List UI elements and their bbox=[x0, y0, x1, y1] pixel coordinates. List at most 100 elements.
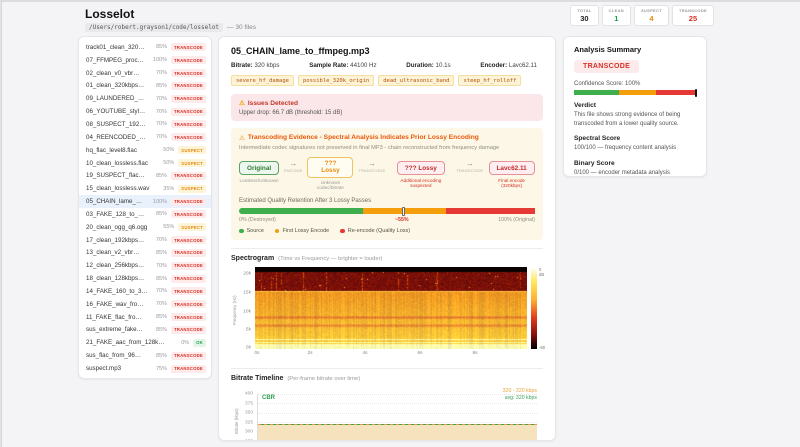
file-row[interactable]: 18_clean_128kbps… 85% TRANSCODE bbox=[79, 272, 211, 285]
retention-legend: Source First Lossy Encode Re-encode (Qua… bbox=[239, 228, 535, 234]
legend-label: Source bbox=[246, 228, 264, 234]
binary-score-heading: Binary Score bbox=[574, 160, 615, 168]
file-row[interactable]: 06_YOUTUBE_styl… 70% TRANSCODE bbox=[79, 105, 211, 118]
spectrogram-section: Spectrogram (Time vs Frequency — brighte… bbox=[231, 248, 545, 360]
file-row[interactable]: 08_SUSPECT_192… 70% TRANSCODE bbox=[79, 118, 211, 131]
file-name: 07_FFMPEG_proc… bbox=[86, 56, 144, 64]
verdict-heading: Verdict bbox=[574, 102, 596, 109]
meta-label: Duration: bbox=[406, 62, 434, 69]
file-row[interactable]: 09_LAUNDERED_… 70% TRANSCODE bbox=[79, 92, 211, 105]
file-name: 20_clean_ogg_q6.ogg bbox=[86, 223, 148, 231]
file-row[interactable]: sus_extreme_fake… 85% TRANSCODE bbox=[79, 324, 211, 337]
issues-detail: Upper drop: 66.7 dB (threshold: 15 dB) bbox=[239, 109, 343, 116]
window-top-edge bbox=[0, 0, 800, 2]
file-row[interactable]: 07_FFMPEG_proc… 100% TRANSCODE bbox=[79, 54, 211, 67]
spectrogram-title: Spectrogram (Time vs Frequency — brighte… bbox=[231, 255, 383, 262]
file-score-percent: 85% bbox=[155, 211, 167, 218]
confidence-score-label: Confidence Score: 100% bbox=[574, 81, 641, 87]
codec-box: ??? Lossy bbox=[396, 161, 445, 175]
y-tick: 350 bbox=[244, 410, 253, 416]
files-count: — 30 files bbox=[227, 24, 256, 31]
file-row[interactable]: 13_clean_v2_vbr… 85% TRANSCODE bbox=[79, 247, 211, 260]
file-score-percent: 0% bbox=[181, 339, 190, 346]
file-row[interactable]: 12_clean_256kbps… 70% TRANSCODE bbox=[79, 259, 211, 272]
file-status-badge: TRANSCODE bbox=[170, 325, 206, 334]
file-status-badge: TRANSCODE bbox=[170, 261, 206, 270]
file-status-badge: TRANSCODE bbox=[170, 56, 206, 65]
bitrate-title: Bitrate Timeline (Per-frame bitrate over… bbox=[231, 375, 361, 382]
file-status-badge: TRANSCODE bbox=[170, 313, 206, 322]
file-score-percent: 85% bbox=[155, 44, 167, 51]
file-meta-row: Bitrate: 320 kbps Sample Rate: 44100 Hz … bbox=[231, 62, 543, 69]
file-score-percent: 75% bbox=[155, 365, 167, 372]
file-row[interactable]: 19_SUSPECT_flac… 85% TRANSCODE bbox=[79, 169, 211, 182]
gridline bbox=[258, 394, 537, 395]
file-status-badge: TRANSCODE bbox=[170, 120, 206, 129]
bitrate-mode-label: CBR bbox=[262, 395, 275, 401]
stat-label: TOTAL bbox=[577, 8, 592, 13]
file-row[interactable]: 20_clean_ogg_q6.ogg 55% SUSPECT bbox=[79, 221, 211, 234]
file-name: suspect.mp3 bbox=[86, 365, 122, 373]
file-name: 18_clean_128kbps… bbox=[86, 275, 145, 283]
gridline bbox=[258, 422, 537, 423]
spectral-score-heading: Spectral Score bbox=[574, 135, 621, 143]
file-row[interactable]: track01_clean_320… 85% TRANSCODE bbox=[79, 41, 211, 54]
file-status-badge: TRANSCODE bbox=[170, 197, 206, 206]
file-row[interactable]: 11_FAKE_flac_fro… 85% TRANSCODE bbox=[79, 311, 211, 324]
file-row[interactable]: hq_flac_level8.flac 50% SUSPECT bbox=[79, 144, 211, 157]
codec-chain: → Original Lossless/Unknown → ENCODE bbox=[239, 156, 535, 190]
file-row[interactable]: 17_clean_192kbps… 70% TRANSCODE bbox=[79, 234, 211, 247]
bitrate-section: Bitrate Timeline (Per-frame bitrate over… bbox=[231, 368, 543, 440]
arrow-label: ENCODE bbox=[284, 167, 303, 173]
arrow-right-icon: → bbox=[465, 158, 474, 168]
transcoding-evidence-box: ⚠ Transcoding Evidence - Spectral Analys… bbox=[231, 127, 543, 240]
file-row[interactable]: 05_CHAIN_lame_… 100% TRANSCODE bbox=[79, 195, 211, 208]
file-name: 04_REENCODED_… bbox=[86, 133, 146, 141]
confidence-segment bbox=[655, 90, 696, 95]
file-row[interactable]: 10_clean_lossless.flac 50% SUSPECT bbox=[79, 157, 211, 170]
file-status-badge: TRANSCODE bbox=[170, 351, 206, 360]
file-row[interactable]: 14_FAKE_160_to_3… 70% TRANSCODE bbox=[79, 285, 211, 298]
y-tick: 10k bbox=[243, 309, 251, 315]
codec-box: Lavc62.11 bbox=[488, 161, 535, 175]
file-status-badge: TRANSCODE bbox=[170, 107, 206, 116]
x-tick: 8s bbox=[472, 351, 478, 356]
bitrate-area-fill bbox=[258, 423, 537, 440]
file-row[interactable]: 02_clean_v0_vbr… 70% TRANSCODE bbox=[79, 67, 211, 80]
file-row[interactable]: 01_clean_320kbps… 85% TRANSCODE bbox=[79, 80, 211, 93]
left-page-edge bbox=[0, 0, 2, 447]
file-name: 10_clean_lossless.flac bbox=[86, 159, 148, 167]
file-score-percent: 70% bbox=[155, 108, 167, 115]
file-row[interactable]: 15_clean_lossless.wav 35% SUSPECT bbox=[79, 182, 211, 195]
stat-box: TOTAL 30 bbox=[570, 5, 599, 26]
file-score-percent: 55% bbox=[163, 224, 175, 231]
file-row[interactable]: sus_flac_from_96… 85% TRANSCODE bbox=[79, 349, 211, 362]
chain-step: → TRANSCODE ??? Lossy Additional encodin… bbox=[353, 157, 451, 188]
file-score-percent: 70% bbox=[155, 70, 167, 77]
verdict-text: This file shows strong evidence of being… bbox=[574, 112, 681, 127]
bitrate-minmax-label: 320 - 320 kbps bbox=[502, 388, 537, 394]
arrow-right-icon: → bbox=[367, 158, 376, 168]
file-name: hq_flac_level8.flac bbox=[86, 146, 137, 154]
bitrate-plot-area: CBR 320 - 320 kbps avg: 320 kbps bbox=[257, 388, 537, 440]
chain-arrow: → ENCODE bbox=[284, 157, 302, 173]
retention-title: Estimated Quality Retention After 3 Loss… bbox=[239, 198, 372, 204]
scan-path: /Users/robert.grayson1/code/losselot bbox=[85, 23, 224, 32]
file-name: 19_SUSPECT_flac… bbox=[86, 172, 145, 180]
y-tick: 300 bbox=[244, 429, 253, 435]
bitrate-chart: Bitrate (kbps) 400375350325300275250 CBR… bbox=[231, 387, 543, 440]
file-name: 11_FAKE_flac_fro… bbox=[86, 313, 142, 321]
gridline bbox=[258, 412, 537, 414]
file-row[interactable]: 16_FAKE_wav_fro… 70% TRANSCODE bbox=[79, 298, 211, 311]
legend-dot-icon bbox=[239, 228, 244, 234]
stat-value: 30 bbox=[580, 14, 589, 23]
file-row[interactable]: suspect.mp3 75% TRANSCODE bbox=[79, 362, 211, 375]
file-row[interactable]: 04_REENCODED_… 70% TRANSCODE bbox=[79, 131, 211, 144]
legend-item: First Lossy Encode bbox=[274, 228, 329, 234]
file-score-percent: 85% bbox=[155, 326, 167, 333]
file-status-badge: TRANSCODE bbox=[170, 94, 206, 103]
diagnostic-tag: severe_hf_damage bbox=[231, 75, 294, 86]
file-row[interactable]: 21_FAKE_aac_from_128k… 0% OK bbox=[79, 336, 211, 349]
stat-box: CLEAN 1 bbox=[601, 5, 631, 26]
file-row[interactable]: 03_FAKE_128_to_… 85% TRANSCODE bbox=[79, 208, 211, 221]
